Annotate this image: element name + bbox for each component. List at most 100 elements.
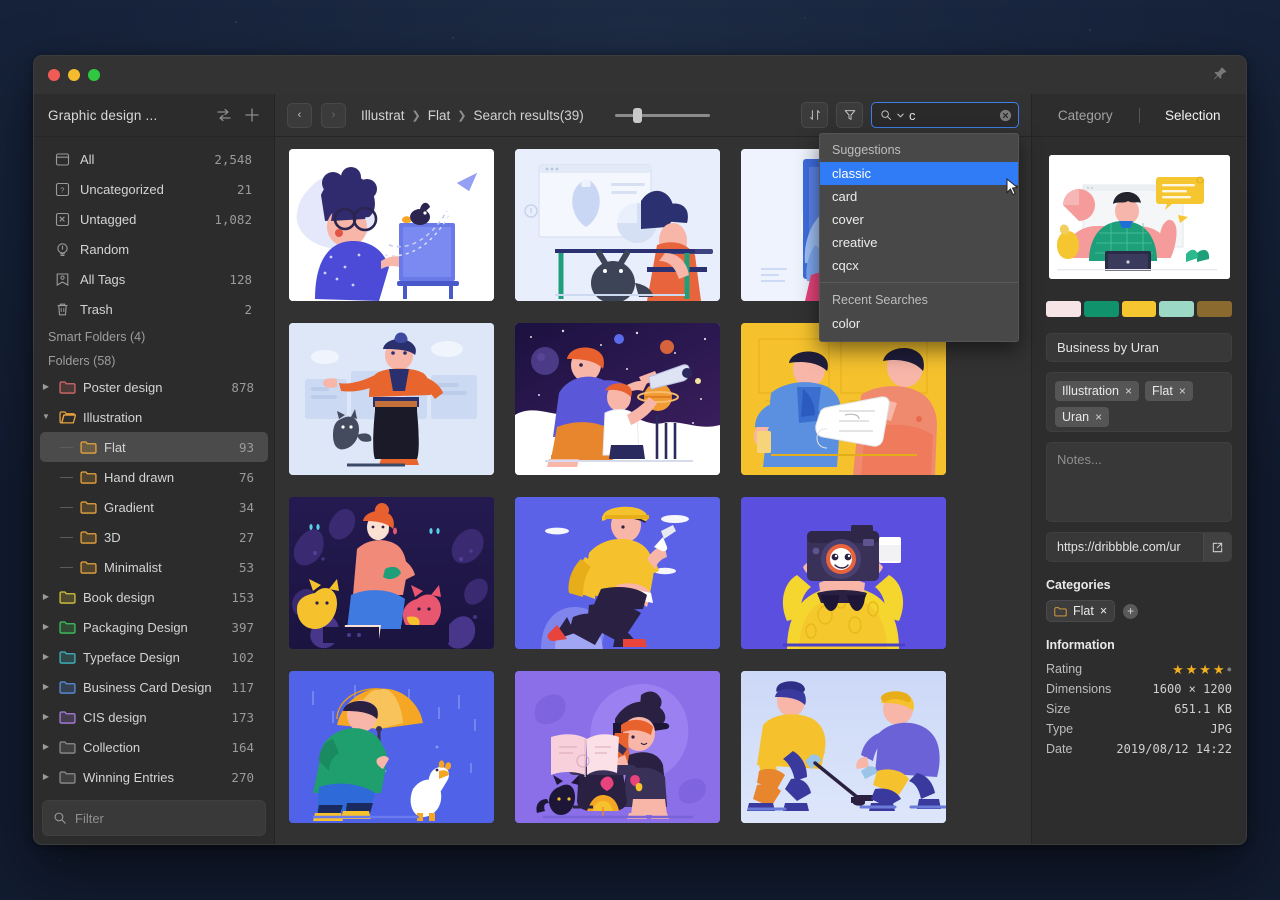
folder-item-book-design[interactable]: ▶ Book design 153 xyxy=(40,582,268,612)
library-name[interactable]: Graphic design ... xyxy=(48,108,206,123)
info-row-date: Date 2019/08/12 14:22 xyxy=(1046,739,1232,759)
thumbnail-size-slider[interactable] xyxy=(614,105,710,125)
tag-chip-flat[interactable]: Flat × xyxy=(1145,381,1193,401)
chevron-down-icon[interactable] xyxy=(896,111,905,120)
sidebar-filter-input[interactable] xyxy=(75,810,255,826)
minimize-window-button[interactable] xyxy=(68,69,80,81)
suggestion-item-classic[interactable]: classic xyxy=(820,162,1018,185)
selected-image-preview[interactable] xyxy=(1048,155,1230,279)
folder-item-typeface-design[interactable]: ▶ Typeface Design 102 xyxy=(40,642,268,672)
forward-button[interactable]: › xyxy=(321,102,346,128)
palette-swatch-2[interactable] xyxy=(1121,301,1157,317)
plus-circle-icon[interactable]: + xyxy=(1123,603,1139,619)
tags-field[interactable]: Illustration × Flat × Uran × xyxy=(1046,372,1232,432)
slider-thumb[interactable] xyxy=(632,108,642,123)
thumbnail-hockey-players[interactable] xyxy=(741,671,946,823)
rating-stars[interactable]: ★ ★ ★ ★ ● xyxy=(1172,663,1232,676)
star-filled[interactable]: ★ xyxy=(1199,663,1211,676)
thumbnail-man-umbrella-with-goose[interactable] xyxy=(289,671,494,823)
tag-chip-illustration[interactable]: Illustration × xyxy=(1055,381,1139,401)
sidebar-item-untagged[interactable]: Untagged 1,082 xyxy=(40,204,268,234)
thumbnail-person-with-camera-head[interactable] xyxy=(741,497,946,649)
search-input[interactable]: c xyxy=(871,102,1019,128)
folder-item-3d[interactable]: 3D 27 xyxy=(40,522,268,552)
suggestion-item-creative[interactable]: creative xyxy=(820,231,1018,254)
image-title-field[interactable]: Business by Uran xyxy=(1046,333,1232,362)
sidebar-item-all-tags[interactable]: All Tags 128 xyxy=(40,264,268,294)
thumbnail-woman-at-easel-with-bird[interactable] xyxy=(289,149,494,301)
tag-chip-uran[interactable]: Uran × xyxy=(1055,407,1110,427)
source-url-field[interactable]: https://dribbble.com/ur xyxy=(1046,532,1232,562)
folders-header[interactable]: Folders (58) xyxy=(34,348,274,372)
folder-item-illustration[interactable]: ▼ Illustration xyxy=(40,402,268,432)
breadcrumb-item-0[interactable]: Illustrat xyxy=(361,108,405,123)
maximize-window-button[interactable] xyxy=(88,69,100,81)
thumbnail-father-child-telescope[interactable] xyxy=(515,323,720,475)
remove-category-icon[interactable]: × xyxy=(1100,604,1107,618)
info-value: 1600 × 1200 xyxy=(1152,682,1232,696)
folder-item-packaging-design[interactable]: ▶ Packaging Design 397 xyxy=(40,612,268,642)
palette-swatch-4[interactable] xyxy=(1197,301,1232,317)
clear-circle-icon[interactable] xyxy=(999,109,1012,122)
thumbnail-man-with-cat-city[interactable] xyxy=(289,323,494,475)
breadcrumb-item-1[interactable]: Flat xyxy=(428,108,451,123)
disclosure-triangle[interactable]: ▼ xyxy=(40,413,52,421)
remove-tag-icon[interactable]: × xyxy=(1125,384,1132,398)
palette-swatch-1[interactable] xyxy=(1083,301,1119,317)
folder-item-cis-design[interactable]: ▶ CIS design 173 xyxy=(40,702,268,732)
breadcrumb-item-2[interactable]: Search results(39) xyxy=(473,108,583,123)
disclosure-triangle[interactable]: ▶ xyxy=(40,653,52,661)
sidebar-item-trash[interactable]: Trash 2 xyxy=(40,294,268,324)
sidebar-scroll-area[interactable]: All 2,548? Uncategorized 21 Untagged 1,082 Ran… xyxy=(34,137,274,800)
thumbnail-two-people-yellow-scroll[interactable] xyxy=(741,323,946,475)
sidebar-item-all[interactable]: All 2,548 xyxy=(40,144,268,174)
close-window-button[interactable] xyxy=(48,69,60,81)
external-link-icon[interactable] xyxy=(1203,533,1231,561)
recent-search-item-color[interactable]: color xyxy=(820,312,1018,335)
sidebar-item-random[interactable]: Random xyxy=(40,234,268,264)
star-empty[interactable]: ● xyxy=(1227,664,1232,674)
notes-field[interactable]: Notes... xyxy=(1046,442,1232,522)
folder-item-hand-drawn[interactable]: Hand drawn 76 xyxy=(40,462,268,492)
filter-button[interactable] xyxy=(836,102,863,128)
folder-item-minimalist[interactable]: Minimalist 53 xyxy=(40,552,268,582)
thumbnail-person-at-desk-with-cat[interactable] xyxy=(515,149,720,301)
suggestion-item-cover[interactable]: cover xyxy=(820,208,1018,231)
thumbnail-witch-with-cauldron[interactable] xyxy=(515,671,720,823)
folder-item-collection[interactable]: ▶ Collection 164 xyxy=(40,732,268,762)
thumbnail-woman-with-cats-night-garden[interactable] xyxy=(289,497,494,649)
disclosure-triangle[interactable]: ▶ xyxy=(40,713,52,721)
sidebar-filter-bar[interactable] xyxy=(42,800,266,836)
star-filled[interactable]: ★ xyxy=(1213,663,1225,676)
tab-selection[interactable]: Selection xyxy=(1140,108,1247,123)
remove-tag-icon[interactable]: × xyxy=(1179,384,1186,398)
sort-switch-icon[interactable] xyxy=(214,105,234,125)
remove-tag-icon[interactable]: × xyxy=(1095,410,1102,424)
pin-icon[interactable] xyxy=(1212,66,1228,82)
tab-category[interactable]: Category xyxy=(1032,108,1139,123)
disclosure-triangle[interactable]: ▶ xyxy=(40,383,52,391)
palette-swatch-0[interactable] xyxy=(1046,301,1081,317)
back-button[interactable]: ‹ xyxy=(287,102,312,128)
disclosure-triangle[interactable]: ▶ xyxy=(40,593,52,601)
disclosure-triangle[interactable]: ▶ xyxy=(40,743,52,751)
folder-item-flat[interactable]: Flat 93 xyxy=(40,432,268,462)
category-chip-flat[interactable]: Flat × xyxy=(1046,600,1116,622)
smart-folders-header[interactable]: Smart Folders (4) xyxy=(34,324,274,348)
star-filled[interactable]: ★ xyxy=(1172,663,1184,676)
suggestion-item-cqcx[interactable]: cqcx xyxy=(820,254,1018,277)
sidebar-item-uncategorized[interactable]: ? Uncategorized 21 xyxy=(40,174,268,204)
palette-swatch-3[interactable] xyxy=(1159,301,1195,317)
star-filled[interactable]: ★ xyxy=(1186,663,1198,676)
suggestion-item-card[interactable]: card xyxy=(820,185,1018,208)
folder-item-poster-design[interactable]: ▶ Poster design 878 xyxy=(40,372,268,402)
disclosure-triangle[interactable]: ▶ xyxy=(40,623,52,631)
sort-button[interactable] xyxy=(801,102,828,128)
thumbnail-running-delivery-man[interactable] xyxy=(515,497,720,649)
folder-item-business-card-design[interactable]: ▶ Business Card Design 117 xyxy=(40,672,268,702)
plus-icon[interactable] xyxy=(242,105,262,125)
disclosure-triangle[interactable]: ▶ xyxy=(40,773,52,781)
folder-item-winning-entries[interactable]: ▶ Winning Entries 270 xyxy=(40,762,268,792)
disclosure-triangle[interactable]: ▶ xyxy=(40,683,52,691)
folder-item-gradient[interactable]: Gradient 34 xyxy=(40,492,268,522)
